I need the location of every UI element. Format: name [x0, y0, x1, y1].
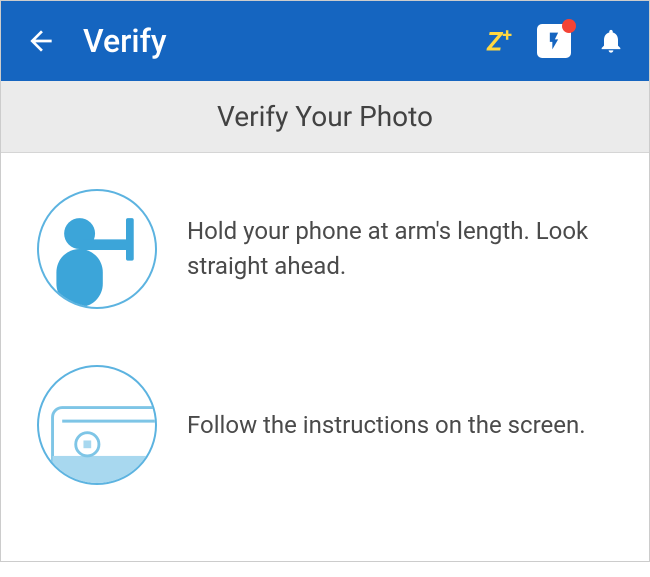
camera-screen-icon [37, 365, 157, 485]
header-actions: Z+ [487, 24, 625, 58]
selfie-pose-icon [37, 189, 157, 309]
subheader: Verify Your Photo [1, 81, 649, 153]
step-item: Follow the instructions on the screen. [37, 365, 613, 485]
z-plus-suffix: + [502, 25, 511, 46]
back-button[interactable] [25, 25, 57, 57]
back-arrow-icon [25, 25, 57, 57]
step-text: Hold your phone at arm's length. Look st… [187, 214, 613, 284]
page-title: Verify [83, 22, 467, 60]
z-plus-label: Z [487, 27, 501, 57]
content-area: Hold your phone at arm's length. Look st… [1, 153, 649, 577]
z-plus-button[interactable]: Z+ [487, 25, 511, 58]
bell-icon [597, 27, 625, 55]
flash-button[interactable] [537, 24, 571, 58]
step-text: Follow the instructions on the screen. [187, 408, 586, 443]
subheader-title: Verify Your Photo [217, 100, 433, 133]
notifications-button[interactable] [597, 27, 625, 55]
step-item: Hold your phone at arm's length. Look st… [37, 189, 613, 309]
notification-dot-icon [562, 19, 576, 33]
app-header: Verify Z+ [1, 1, 649, 81]
flash-icon [544, 28, 564, 54]
